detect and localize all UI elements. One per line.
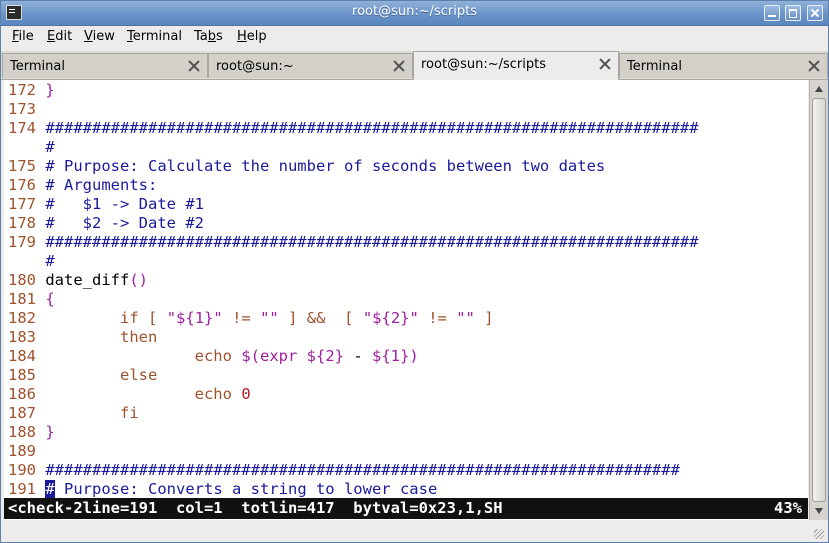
line-number: 189 <box>8 442 36 460</box>
menu-edit[interactable]: Edit <box>47 29 72 44</box>
window-bottom-padding <box>1 520 809 542</box>
line-number: 190 <box>8 461 36 479</box>
code-line: 184 echo $(expr ${2} - ${1}) <box>8 347 419 365</box>
close-window-button[interactable] <box>807 5 823 21</box>
line-number: 185 <box>8 366 36 384</box>
line-number: 187 <box>8 404 36 422</box>
menu-tabs-mnemonic: b <box>207 29 217 44</box>
text-cursor: # <box>45 480 55 498</box>
vertical-scrollbar[interactable] <box>809 80 828 520</box>
maximize-button[interactable] <box>785 5 801 21</box>
code-line: 191 # Purpose: Converts a string to lowe… <box>8 480 438 498</box>
code-line: 187 fi <box>8 404 139 422</box>
line-number: 176 <box>8 176 36 194</box>
menu-view-mnemonic: V <box>84 29 93 44</box>
code-line: 181 { <box>8 290 55 308</box>
menu-help[interactable]: Help <box>237 29 267 44</box>
line-number: 181 <box>8 290 36 308</box>
line-number: 173 <box>8 100 36 118</box>
code-line: 185 else <box>8 366 158 384</box>
menu-terminal-label: erminal <box>132 29 182 44</box>
menu-terminal[interactable]: Terminal <box>127 29 182 44</box>
status-percent: 43% <box>774 499 802 517</box>
terminal-output[interactable]: 172 } 173 174 ###########################… <box>4 80 808 520</box>
line-number: 179 <box>8 233 36 251</box>
menu-view[interactable]: View <box>84 29 115 44</box>
menu-help-label: elp <box>246 29 267 44</box>
close-tab-icon[interactable] <box>807 59 821 73</box>
code-line: 173 <box>8 100 45 119</box>
line-number <box>8 138 36 156</box>
code-line: 180 date_diff() <box>8 271 149 289</box>
window-title: root@sun:~/scripts <box>352 4 477 19</box>
code-line: 188 } <box>8 423 55 441</box>
tab-root-home[interactable]: root@sun:~ <box>208 53 413 78</box>
title-bar[interactable]: root@sun:~/scripts <box>1 1 828 26</box>
code-line: 175 # Purpose: Calculate the number of s… <box>8 157 606 175</box>
tab-terminal-1[interactable]: Terminal <box>2 53 208 78</box>
code-line: 177 # $1 -> Date #1 <box>8 195 204 213</box>
menu-tabs[interactable]: Tabs <box>194 29 223 44</box>
code-line: 182 if [ "${1}" != "" ] && [ "${2}" != "… <box>8 309 494 327</box>
close-tab-icon[interactable] <box>187 59 201 73</box>
menu-file[interactable]: File <box>12 29 34 44</box>
menu-tabs-label: s <box>216 29 223 44</box>
close-tab-icon[interactable] <box>598 57 612 71</box>
menu-view-label: iew <box>92 29 115 44</box>
menu-bar: File Edit View Terminal Tabs Help <box>1 26 828 50</box>
scroll-down-arrow-icon[interactable] <box>812 504 826 518</box>
line-number: 182 <box>8 309 36 327</box>
code-line: # <box>8 138 54 157</box>
tab-label: Terminal <box>627 59 682 74</box>
menu-edit-label: dit <box>55 29 73 44</box>
line-number: 188 <box>8 423 36 441</box>
status-position-info: <check-2line=191 col=1 totlin=417 bytval… <box>8 499 503 517</box>
tab-label: Terminal <box>10 59 65 74</box>
line-number: 180 <box>8 271 36 289</box>
tab-terminal-2[interactable]: Terminal <box>619 53 828 78</box>
code-line: 183 then <box>8 328 158 346</box>
tab-label: root@sun:~/scripts <box>421 57 546 72</box>
line-number: 175 <box>8 157 36 175</box>
resize-grip-icon[interactable] <box>809 521 827 542</box>
tab-label: root@sun:~ <box>216 59 294 74</box>
close-tab-icon[interactable] <box>392 59 406 73</box>
minimize-button[interactable] <box>764 5 780 21</box>
terminal-window: root@sun:~/scripts File Edit View Termin… <box>0 0 829 543</box>
scroll-up-arrow-icon[interactable] <box>812 82 826 96</box>
code-line: 172 } <box>8 81 55 99</box>
editor-status-line: <check-2line=191 col=1 totlin=417 bytval… <box>4 498 808 519</box>
line-number: 177 <box>8 195 36 213</box>
tab-bar: Terminal root@sun:~ root@sun:~/scripts T… <box>1 51 828 80</box>
scrollbar-thumb[interactable] <box>812 98 826 502</box>
menu-tabs-prefix: Ta <box>194 29 208 44</box>
line-number <box>8 252 36 270</box>
line-number: 178 <box>8 214 36 232</box>
code-line: 174 ####################################… <box>8 119 699 137</box>
code-line: 176 # Arguments: <box>8 176 158 194</box>
line-number: 183 <box>8 328 36 346</box>
code-line: 179 ####################################… <box>8 233 699 251</box>
code-line: 190 ####################################… <box>8 461 680 479</box>
tab-root-scripts[interactable]: root@sun:~/scripts <box>413 51 619 80</box>
line-number: 191 <box>8 480 36 498</box>
code-line: # <box>8 252 54 271</box>
code-line: 186 echo 0 <box>8 385 251 403</box>
line-number: 186 <box>8 385 36 403</box>
menu-edit-mnemonic: E <box>47 29 56 44</box>
line-number: 172 <box>8 81 36 99</box>
line-number: 174 <box>8 119 36 137</box>
code-line: 178 # $2 -> Date #2 <box>8 214 204 232</box>
code-line: 189 <box>8 442 45 461</box>
menu-file-label: ile <box>18 29 34 44</box>
menu-help-mnemonic: H <box>237 29 247 44</box>
line-number: 184 <box>8 347 36 365</box>
